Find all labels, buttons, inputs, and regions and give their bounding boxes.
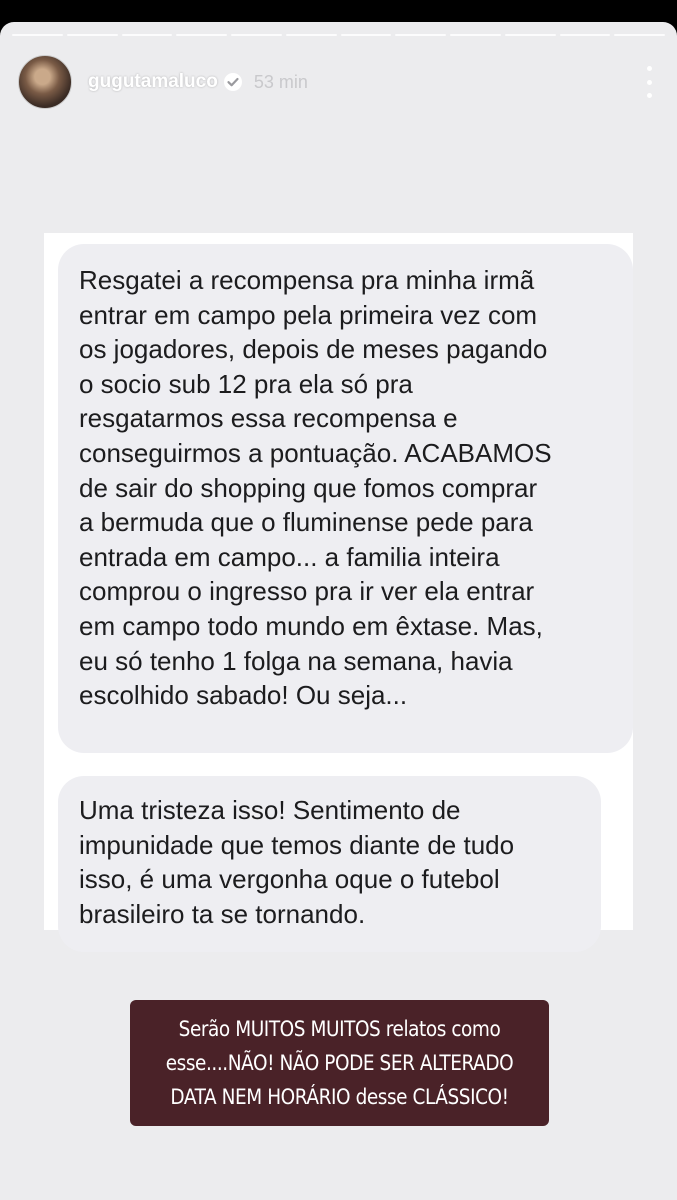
message-line: escolhido sabado! Ou seja... [79,680,408,711]
message-line: brasileiro ta se tornando. [79,898,366,929]
progress-segment [12,34,63,36]
progress-segment [121,34,173,36]
message-bubble-2: Uma tristeza isso! Sentimento de impunid… [58,776,601,952]
message-line: a bermuda que o fluminense pede para [79,507,533,538]
message-line: conseguirmos a pontuação. ACABAMOS [79,437,552,468]
story-viewer[interactable]: gugutamaluco 53 min Resgatei a recompens… [0,22,677,1200]
message-line: impunidade que temos diante de tudo [79,829,515,860]
progress-segment [340,34,392,36]
avatar[interactable] [18,55,72,109]
message-line: entrada em campo... a familia inteira [79,541,500,572]
more-options-icon[interactable] [639,66,659,98]
progress-segment [66,34,118,36]
message-line: Uma tristeza isso! Sentimento de [79,795,461,825]
progress-segment [231,34,282,36]
message-line: eu só tenho 1 folga na semana, havia [79,645,513,676]
progress-segment [504,34,556,36]
message-line: os jogadores, depois de meses pagando [79,334,548,365]
progress-segment [450,34,501,36]
progress-segment [559,34,611,36]
message-line: comprou o ingresso pra ir ver ela entrar [79,576,535,607]
verified-badge-icon [223,73,242,91]
message-bubble-1: Resgatei a recompensa pra minha irmã ent… [58,244,633,753]
progress-segment [176,34,227,36]
progress-segment [614,34,665,36]
post-time: 53 min [253,71,308,92]
caption-line: Serão MUITOS MUITOS relatos como [178,1017,501,1041]
caption-line: esse....NÃO! NÃO PODE SER ALTERADO [165,1051,514,1075]
story-caption: Serão MUITOS MUITOS relatos como esse...… [130,1000,549,1126]
story-progress-bar [12,34,665,36]
message-line: isso, é uma vergonha oque o futebol [79,864,500,895]
message-line: o socio sub 12 pra ela só pra [79,368,413,399]
message-line: entrar em campo pela primeira vez com [79,299,538,330]
progress-segment [285,34,337,36]
caption-line: DATA NEM HORÁRIO desse CLÁSSICO! [170,1085,509,1109]
progress-segment [395,34,446,36]
message-line: em campo todo mundo em êxtase. Mas, [79,610,543,641]
username[interactable]: gugutamaluco [88,71,218,93]
message-line: resgatarmos essa recompensa e [79,403,458,434]
message-line: Resgatei a recompensa pra minha irmã [79,265,535,295]
story-header: gugutamaluco 53 min [18,55,659,109]
message-line: de sair do shopping que fomos comprar [79,472,538,503]
